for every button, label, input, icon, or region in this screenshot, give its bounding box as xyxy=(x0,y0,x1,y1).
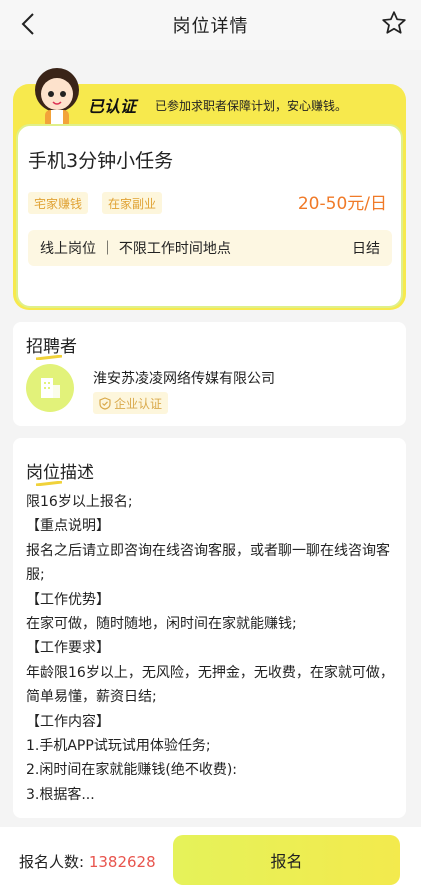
chevron-left-icon xyxy=(21,13,34,35)
verified-tag: 已认证 xyxy=(88,97,137,116)
job-tag: 在家副业 xyxy=(102,192,163,214)
recruiter-section: 招聘者 淮安苏凌凌网络传媒有限公司 企业认证 xyxy=(13,322,406,426)
favorite-button[interactable] xyxy=(379,8,409,38)
job-location-type: 线上岗位 ｜ 不限工作时间地点 xyxy=(40,241,231,257)
description-body: 限16岁以上报名; 【重点说明】 报名之后请立即咨询在线咨询客服，或者聊一聊在线… xyxy=(26,490,396,807)
settlement-type: 日结 xyxy=(352,241,380,257)
building-icon xyxy=(41,378,60,398)
verification-description: 已参加求职者保障计划，安心赚钱。 xyxy=(155,99,348,113)
job-title: 手机3分钟小任务 xyxy=(28,150,174,172)
description-line: 限16岁以上报名; xyxy=(26,494,133,510)
description-line: 1.手机APP试玩试用体验任务; xyxy=(26,738,211,755)
job-description-section: 岗位描述 限16岁以上报名; 【重点说明】 报名之后请立即咨询在线咨询客服，或者… xyxy=(13,438,406,818)
section-title-description: 岗位描述 xyxy=(26,458,94,486)
top-nav-bar: 岗位详情 xyxy=(0,0,421,50)
description-line: 年龄限16岁以上，无风险，无押金，无收费，在家就可做，简单易懂，薪资日结; xyxy=(26,664,394,706)
bottom-action-bar: 报名人数: 1382628 报名 xyxy=(0,827,421,889)
star-outline-icon xyxy=(382,11,406,34)
apply-button[interactable]: 报名 xyxy=(173,835,400,885)
description-line: 【工作内容】 xyxy=(26,713,110,730)
applicant-count-value: 1382628 xyxy=(88,853,156,871)
applicant-count-label: 报名人数: xyxy=(19,853,85,871)
back-button[interactable] xyxy=(14,10,42,38)
description-line: 在家可做，随时随地，闲时间在家就能赚钱; xyxy=(26,616,297,633)
page-title: 岗位详情 xyxy=(172,16,249,37)
title-underline-icon xyxy=(36,355,62,360)
verified-job-card: 已认证 已参加求职者保障计划，安心赚钱。 手机3分钟小任务 宅家赚钱 在家副业 … xyxy=(13,68,406,310)
description-line: 3.根据客... xyxy=(26,786,95,803)
shield-check-icon xyxy=(99,396,111,410)
title-underline-icon xyxy=(36,481,62,486)
description-line: 【工作要求】 xyxy=(26,640,110,657)
job-meta-row: 线上岗位 ｜ 不限工作时间地点 日结 xyxy=(28,230,392,266)
verification-banner: 已认证 已参加求职者保障计划，安心赚钱。 xyxy=(13,68,406,128)
description-line: 【工作优势】 xyxy=(26,591,110,608)
company-logo[interactable] xyxy=(26,364,74,412)
job-summary: 手机3分钟小任务 宅家赚钱 在家副业 20-50元/日 线上岗位 ｜ 不限工作时… xyxy=(16,124,403,308)
description-line: 报名之后请立即咨询在线咨询客服，或者聊一聊在线咨询客服; xyxy=(26,542,390,584)
job-tag: 宅家赚钱 xyxy=(28,192,89,214)
applicant-count: 报名人数: 1382628 xyxy=(19,851,156,872)
section-title-recruiter: 招聘者 xyxy=(26,332,77,360)
enterprise-cert-badge: 企业认证 xyxy=(93,392,169,414)
mascot-avatar-icon xyxy=(35,68,79,128)
salary: 20-50元/日 xyxy=(297,194,387,214)
description-line: 【重点说明】 xyxy=(26,518,110,535)
description-line: 2.闲时间在家就能赚钱(绝不收费): xyxy=(26,762,237,779)
company-name[interactable]: 淮安苏凌凌网络传媒有限公司 xyxy=(93,368,275,388)
